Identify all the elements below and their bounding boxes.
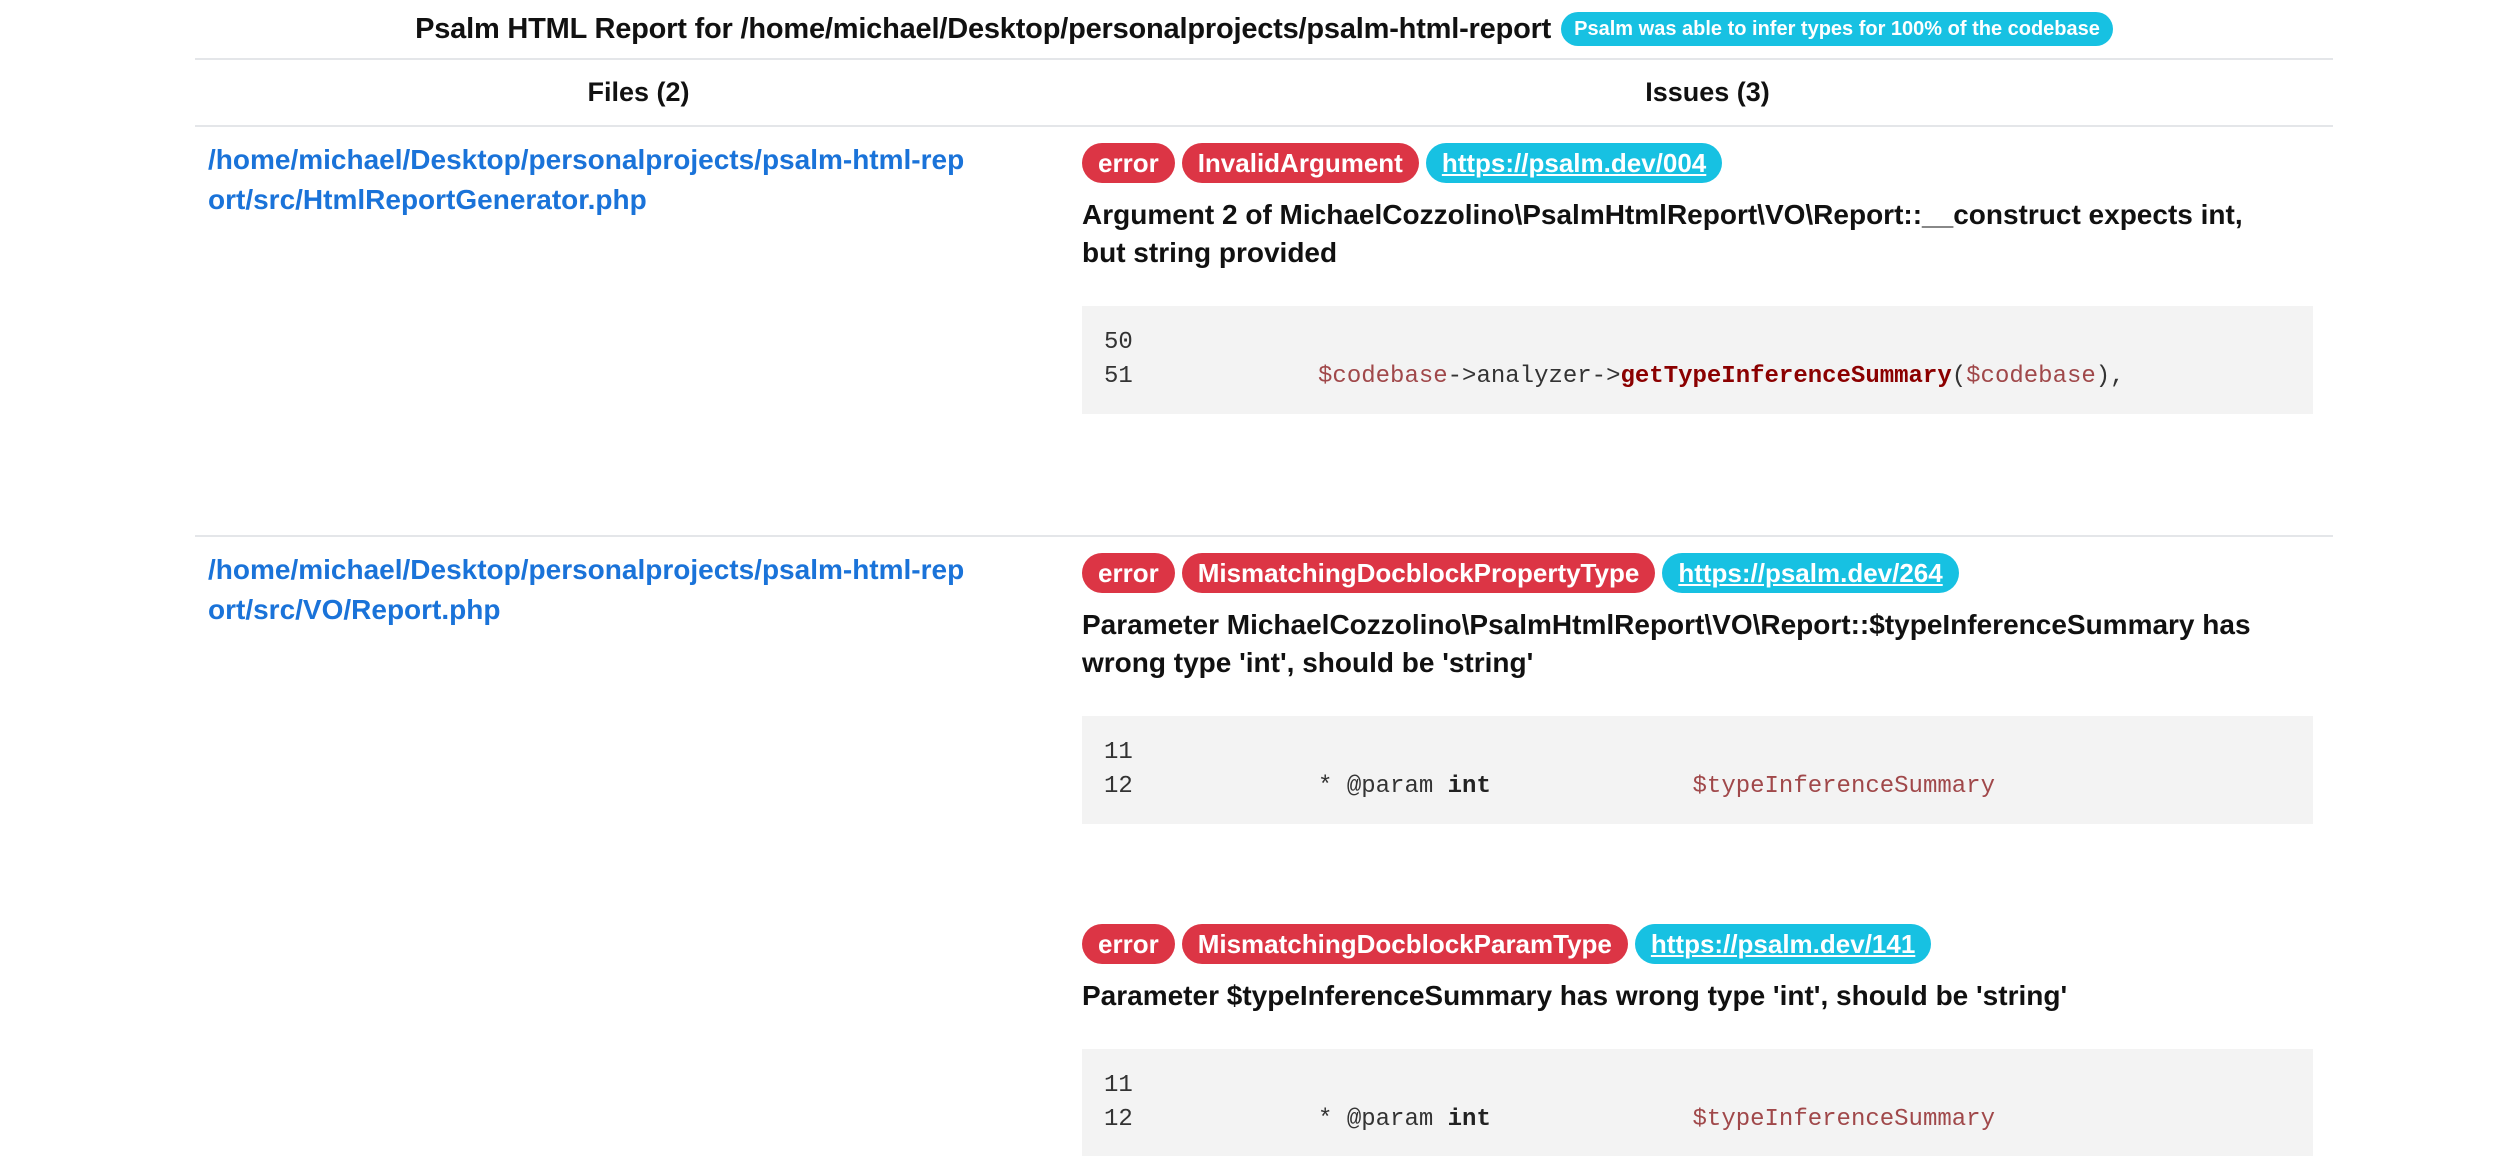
code-text: * @param (1174, 1106, 1448, 1133)
code-line: 50 (1104, 326, 2291, 360)
code-snippet: 50 51 $codebase ->analyzer-> getTypeInfere… (1082, 306, 2313, 414)
issue-type-badge: MismatchingDocblockPropertyType (1181, 553, 1656, 593)
code-text: * @param (1174, 773, 1448, 800)
code-type-keyword: int (1447, 1106, 1491, 1133)
code-snippet: 11 12 * @param int $typeInferenceSummary (1082, 1049, 2313, 1156)
code-variable: $codebase (1318, 363, 1448, 390)
code-function: getTypeInferenceSummary (1620, 363, 1952, 390)
issue-message: Argument 2 of MichaelCozzolino\PsalmHtml… (1082, 199, 2243, 268)
issue-badges: error MismatchingDocblockPropertyType ht… (1082, 553, 2320, 593)
issue-badges: error MismatchingDocblockParamType https… (1082, 924, 2320, 964)
file-row: /home/michael/Desktop/personalprojects/p… (195, 127, 2333, 537)
code-type-keyword: int (1447, 773, 1491, 800)
issues-column-header: Issues (3) (1645, 77, 1770, 107)
file-cell: /home/michael/Desktop/personalprojects/p… (195, 537, 1082, 1156)
coverage-badge: Psalm was able to infer types for 100% o… (1561, 12, 2113, 46)
issues-cell: error InvalidArgument https://psalm.dev/… (1082, 127, 2333, 535)
code-line: 12 * @param int $typeInferenceSummary (1104, 770, 2291, 804)
issue-item: error InvalidArgument https://psalm.dev/… (1082, 143, 2320, 414)
issue-message: Parameter MichaelCozzolino\PsalmHtmlRepo… (1082, 609, 2251, 678)
code-variable: $typeInferenceSummary (1692, 1106, 1995, 1133)
file-path-link[interactable]: /home/michael/Desktop/personalprojects/p… (208, 550, 968, 630)
file-path-link[interactable]: /home/michael/Desktop/personalprojects/p… (208, 140, 968, 220)
code-line: 12 * @param int $typeInferenceSummary (1104, 1103, 2291, 1137)
issue-message: Parameter $typeInferenceSummary has wron… (1082, 980, 2068, 1011)
severity-badge: error (1082, 143, 1175, 183)
issue-item: error MismatchingDocblockPropertyType ht… (1082, 553, 2320, 824)
issue-type-badge: InvalidArgument (1181, 143, 1419, 183)
line-number: 51 (1104, 363, 1133, 390)
report-header: Psalm HTML Report for /home/michael/Desk… (195, 0, 2333, 60)
issue-badges: error InvalidArgument https://psalm.dev/… (1082, 143, 2320, 183)
code-line: 11 (1104, 1069, 2291, 1103)
issue-type-badge: MismatchingDocblockParamType (1181, 924, 1628, 964)
code-text: ( (1951, 363, 1967, 390)
severity-badge: error (1082, 553, 1175, 593)
code-line: 51 $codebase ->analyzer-> getTypeInference… (1104, 360, 2291, 394)
line-number: 11 (1104, 739, 1133, 766)
line-number: 12 (1104, 1106, 1133, 1133)
code-variable: $codebase (1966, 363, 2096, 390)
code-line: 11 (1104, 736, 2291, 770)
severity-badge: error (1082, 924, 1175, 964)
line-number: 50 (1104, 329, 1133, 356)
files-column-header: Files (2) (587, 77, 690, 107)
file-cell: /home/michael/Desktop/personalprojects/p… (195, 127, 1082, 535)
issue-doc-link[interactable]: https://psalm.dev/264 (1662, 553, 1959, 593)
issue-item: error MismatchingDocblockParamType https… (1082, 924, 2320, 1156)
issue-doc-link[interactable]: https://psalm.dev/004 (1425, 143, 1723, 183)
issues-cell: error MismatchingDocblockPropertyType ht… (1082, 537, 2333, 1156)
issue-doc-link[interactable]: https://psalm.dev/141 (1634, 924, 1932, 964)
code-variable: $typeInferenceSummary (1692, 773, 1995, 800)
table-header-row: Files (2) Issues (3) (195, 60, 2333, 127)
line-number: 12 (1104, 773, 1133, 800)
file-row: /home/michael/Desktop/personalprojects/p… (195, 537, 2333, 1156)
code-text: ), (2095, 363, 2125, 390)
code-text: ->analyzer-> (1447, 363, 1621, 390)
code-snippet: 11 12 * @param int $typeInferenceSummary (1082, 716, 2313, 824)
page-title: Psalm HTML Report for /home/michael/Desk… (415, 12, 1552, 45)
code-gap (1491, 1103, 1693, 1137)
line-number: 11 (1104, 1072, 1133, 1099)
report-page: Psalm HTML Report for /home/michael/Desk… (195, 0, 2333, 1156)
code-gap (1491, 770, 1693, 804)
